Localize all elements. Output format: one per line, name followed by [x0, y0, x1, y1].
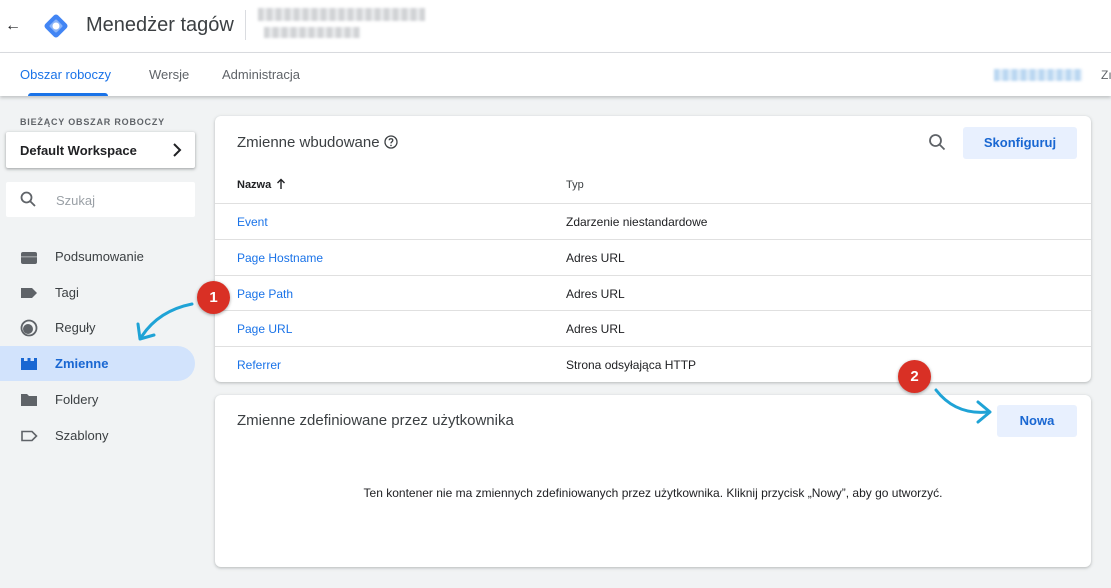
chevron-right-icon [173, 143, 182, 157]
variable-type: Zdarzenie niestandardowe [566, 215, 708, 229]
back-arrow-icon[interactable]: ← [4, 14, 22, 38]
tag-icon [21, 288, 37, 298]
submit-link-partial[interactable]: Zı [1101, 68, 1111, 82]
annotation-arrow-1-icon [136, 302, 194, 341]
sidebar-item-label: Podsumowanie [55, 249, 144, 264]
briefcase-icon [21, 252, 37, 264]
trigger-icon [20, 319, 38, 337]
column-header-name[interactable]: Nazwa [237, 179, 271, 191]
table-row: Event Zdarzenie niestandardowe [215, 203, 1091, 239]
annotation-badge-1: 1 [197, 281, 230, 314]
tab-admin[interactable]: Administracja [222, 53, 300, 96]
annotation-badge-2: 2 [898, 360, 931, 393]
redacted-account-name [258, 8, 425, 21]
label-outline-icon [21, 430, 38, 442]
workspace-selector[interactable]: Default Workspace [6, 132, 195, 168]
variable-type: Strona odsyłająca HTTP [566, 358, 697, 372]
variable-name-link[interactable]: Page Path [237, 287, 293, 301]
tab-versions[interactable]: Wersje [149, 53, 189, 96]
sidebar-item-overview[interactable]: Podsumowanie [0, 239, 195, 274]
sidebar-item-templates[interactable]: Szablony [0, 418, 195, 453]
search-icon [20, 191, 36, 207]
arrow-up-icon[interactable] [276, 178, 286, 190]
folder-icon [21, 394, 37, 406]
title-divider [245, 10, 246, 40]
sidebar-item-label: Szablony [55, 428, 109, 443]
variable-name-link[interactable]: Event [237, 215, 268, 229]
builtin-variables-title: Zmienne wbudowane [237, 134, 380, 151]
current-workspace-label: BIEŻĄCY OBSZAR ROBOCZY [20, 117, 165, 127]
variables-icon [21, 358, 37, 370]
active-tab-indicator [28, 93, 108, 96]
sidebar-item-folders[interactable]: Foldery [0, 382, 195, 417]
redacted-container-id [994, 69, 1082, 81]
search-icon[interactable] [928, 133, 946, 151]
search-input[interactable] [56, 190, 186, 210]
sidebar-item-label: Tagi [55, 285, 79, 300]
annotation-arrow-2-icon [934, 388, 992, 424]
help-icon[interactable] [384, 135, 398, 149]
configure-button[interactable]: Skonfiguruj [963, 127, 1077, 159]
variable-name-link[interactable]: Page Hostname [237, 251, 323, 265]
sidebar-item-label: Zmienne [55, 356, 109, 371]
empty-state-message: Ten kontener nie ma zmiennych zdefiniowa… [363, 486, 943, 500]
variable-name-link[interactable]: Referrer [237, 358, 281, 372]
table-row: Page Path Adres URL [215, 275, 1091, 311]
variable-type: Adres URL [566, 287, 625, 301]
redacted-container-name [264, 27, 360, 38]
table-row: Referrer Strona odsyłająca HTTP [215, 346, 1091, 382]
tag-manager-logo-icon[interactable] [42, 12, 70, 40]
builtin-variables-card: Zmienne wbudowane Skonfiguruj Nazwa Typ … [215, 116, 1091, 382]
sidebar-search[interactable] [6, 182, 195, 217]
tab-workspace[interactable]: Obszar roboczy [20, 53, 111, 96]
sidebar-item-label: Reguły [55, 320, 96, 335]
workspace-name: Default Workspace [20, 143, 137, 158]
variable-type: Adres URL [566, 322, 625, 336]
user-defined-variables-title: Zmienne zdefiniowane przez użytkownika [237, 412, 514, 429]
sidebar-item-label: Foldery [55, 392, 99, 407]
app-header: ← Menedżer tagów [0, 0, 1111, 53]
app-title: Menedżer tagów [86, 14, 234, 36]
column-header-type[interactable]: Typ [566, 179, 584, 191]
variable-type: Adres URL [566, 251, 625, 265]
variable-name-link[interactable]: Page URL [237, 322, 292, 336]
new-variable-button[interactable]: Nowa [997, 405, 1077, 437]
workspace-tabs: Obszar roboczy Wersje Administracja Zı [0, 53, 1111, 96]
sidebar-item-variables[interactable]: Zmienne [0, 346, 195, 381]
table-row: Page URL Adres URL [215, 310, 1091, 346]
table-row: Page Hostname Adres URL [215, 239, 1091, 275]
